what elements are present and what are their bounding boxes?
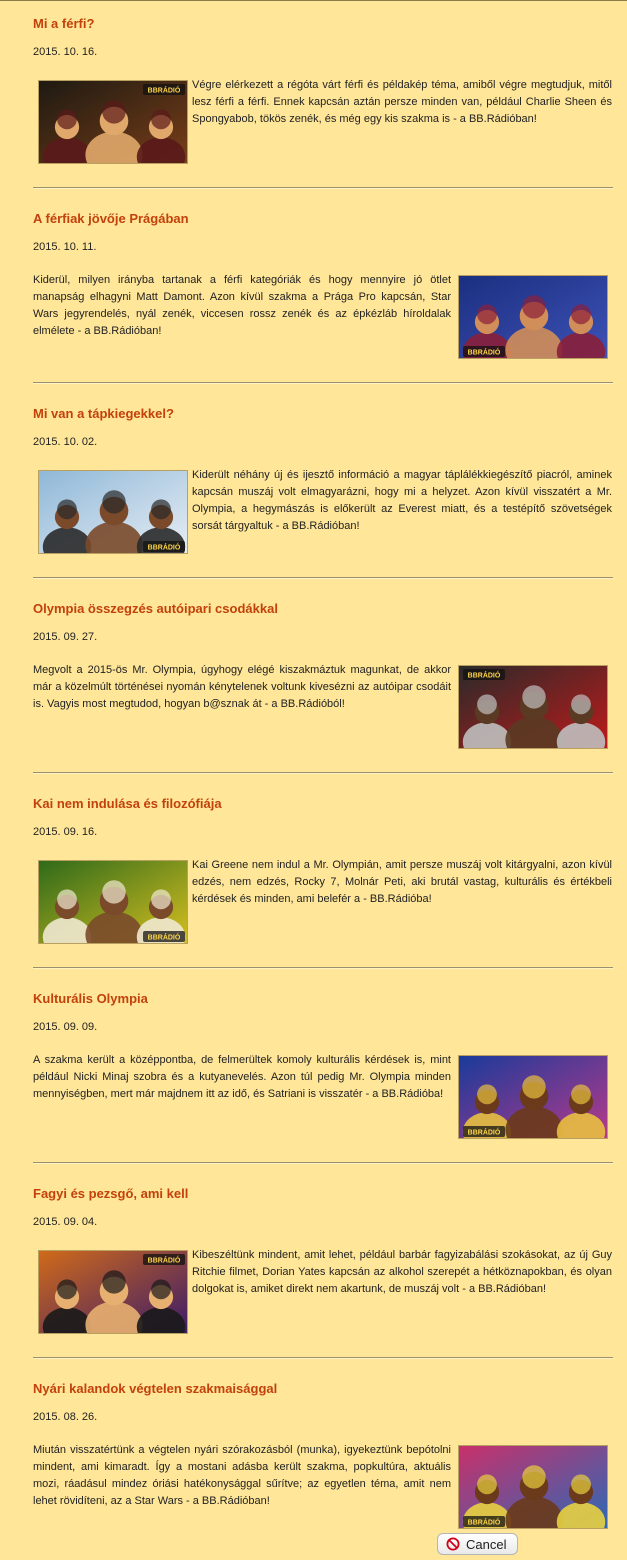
blog-post: Mi a férfi? 2015. 10. 16. BBRÁDIÓ Végre elé…	[33, 0, 613, 195]
post-date: 2015. 09. 04.	[33, 1216, 98, 1228]
post-excerpt: Kiderül, milyen irányba tartanak a férfi…	[33, 274, 451, 337]
blog-post: Kulturális Olympia 2015. 09. 09. BBRÁDIÓ A …	[33, 975, 613, 1170]
post-title-link[interactable]: Mi van a tápkiegekkel?	[33, 406, 174, 421]
post-title-link[interactable]: A férfiak jövője Prágában	[33, 211, 189, 226]
blog-post: Olympia összegzés autóipari csodákkal 201…	[33, 585, 613, 780]
thumbnail-artwork: BBRÁDIÓ	[459, 276, 607, 358]
post-excerpt: A szakma került a középpontba, de felmer…	[33, 1054, 451, 1100]
post-excerpt: Kiderült néhány új és ijesztő információ…	[192, 469, 612, 532]
post-thumbnail[interactable]: BBRÁDIÓ	[458, 665, 608, 749]
post-thumbnail[interactable]: BBRÁDIÓ	[458, 1055, 608, 1139]
post-title-link[interactable]: Kai nem indulása és filozófiája	[33, 796, 222, 811]
post-excerpt: Miután visszatértünk a végtelen nyári sz…	[33, 1444, 451, 1507]
post-thumbnail[interactable]: BBRÁDIÓ	[458, 275, 608, 359]
thumbnail-artwork: BBRÁDIÓ	[459, 1446, 607, 1528]
post-title-link[interactable]: Olympia összegzés autóipari csodákkal	[33, 601, 278, 616]
post-date: 2015. 09. 16.	[33, 826, 98, 838]
thumbnail-artwork: BBRÁDIÓ	[39, 861, 187, 943]
post-thumbnail[interactable]: BBRÁDIÓ	[38, 860, 188, 944]
post-excerpt: Kai Greene nem indul a Mr. Olympián, ami…	[192, 859, 612, 905]
post-title-link[interactable]: Nyári kalandok végtelen szakmaisággal	[33, 1381, 277, 1396]
post-divider	[33, 382, 613, 384]
blog-post: Kai nem indulása és filozófiája 2015. 09.…	[33, 780, 613, 975]
bbradio-badge: BBRÁDIÓ	[148, 933, 181, 942]
post-date: 2015. 08. 26.	[33, 1411, 98, 1423]
thumbnail-artwork: BBRÁDIÓ	[39, 81, 187, 163]
thumbnail-artwork: BBRÁDIÓ	[459, 1056, 607, 1138]
thumbnail-artwork: BBRÁDIÓ	[39, 1251, 187, 1333]
blog-post: Mi van a tápkiegekkel? 2015. 10. 02. BBRÁD…	[33, 390, 613, 585]
post-excerpt: Végre elérkezett a régóta várt férfi és …	[192, 79, 612, 125]
post-divider	[33, 577, 613, 579]
bbradio-badge: BBRÁDIÓ	[148, 1256, 181, 1265]
post-thumbnail[interactable]: BBRÁDIÓ	[38, 470, 188, 554]
thumbnail-artwork: BBRÁDIÓ	[39, 471, 187, 553]
post-divider	[33, 187, 613, 189]
blog-post: A férfiak jövője Prágában 2015. 10. 11. BB…	[33, 195, 613, 390]
post-title-link[interactable]: Fagyi és pezsgő, ami kell	[33, 1186, 188, 1201]
cancel-button[interactable]: Cancel	[437, 1533, 518, 1555]
post-title-link[interactable]: Kulturális Olympia	[33, 991, 148, 1006]
bbradio-badge: BBRÁDIÓ	[468, 1518, 501, 1527]
post-divider	[33, 967, 613, 969]
bbradio-badge: BBRÁDIÓ	[468, 1128, 501, 1137]
post-date: 2015. 10. 11.	[33, 241, 97, 253]
post-date: 2015. 10. 16.	[33, 46, 98, 58]
post-title-link[interactable]: Mi a férfi?	[33, 16, 94, 31]
post-excerpt: Kibeszéltünk mindent, amit lehet, példáu…	[192, 1249, 612, 1295]
post-date: 2015. 09. 09.	[33, 1021, 98, 1033]
blog-post: Nyári kalandok végtelen szakmaisággal 201…	[33, 1365, 613, 1560]
cancel-label: Cancel	[466, 1536, 507, 1552]
post-thumbnail[interactable]: BBRÁDIÓ	[38, 1250, 188, 1334]
thumbnail-artwork: BBRÁDIÓ	[459, 666, 607, 748]
post-excerpt: Megvolt a 2015-ös Mr. Olympia, úgyhogy e…	[33, 664, 451, 710]
bbradio-badge: BBRÁDIÓ	[468, 348, 501, 357]
no-entry-icon	[446, 1537, 460, 1551]
post-thumbnail[interactable]: BBRÁDIÓ	[38, 80, 188, 164]
post-divider	[33, 1162, 613, 1164]
post-divider	[33, 772, 613, 774]
bbradio-badge: BBRÁDIÓ	[468, 671, 501, 680]
post-feed: Mi a férfi? 2015. 10. 16. BBRÁDIÓ Végre elé…	[33, 0, 613, 1560]
post-date: 2015. 09. 27.	[33, 631, 98, 643]
blog-post: Fagyi és pezsgő, ami kell 2015. 09. 04. BB…	[33, 1170, 613, 1365]
post-divider	[33, 1357, 613, 1359]
bbradio-badge: BBRÁDIÓ	[148, 86, 181, 95]
bbradio-badge: BBRÁDIÓ	[148, 543, 181, 552]
post-date: 2015. 10. 02.	[33, 436, 98, 448]
post-thumbnail[interactable]: BBRÁDIÓ	[458, 1445, 608, 1529]
